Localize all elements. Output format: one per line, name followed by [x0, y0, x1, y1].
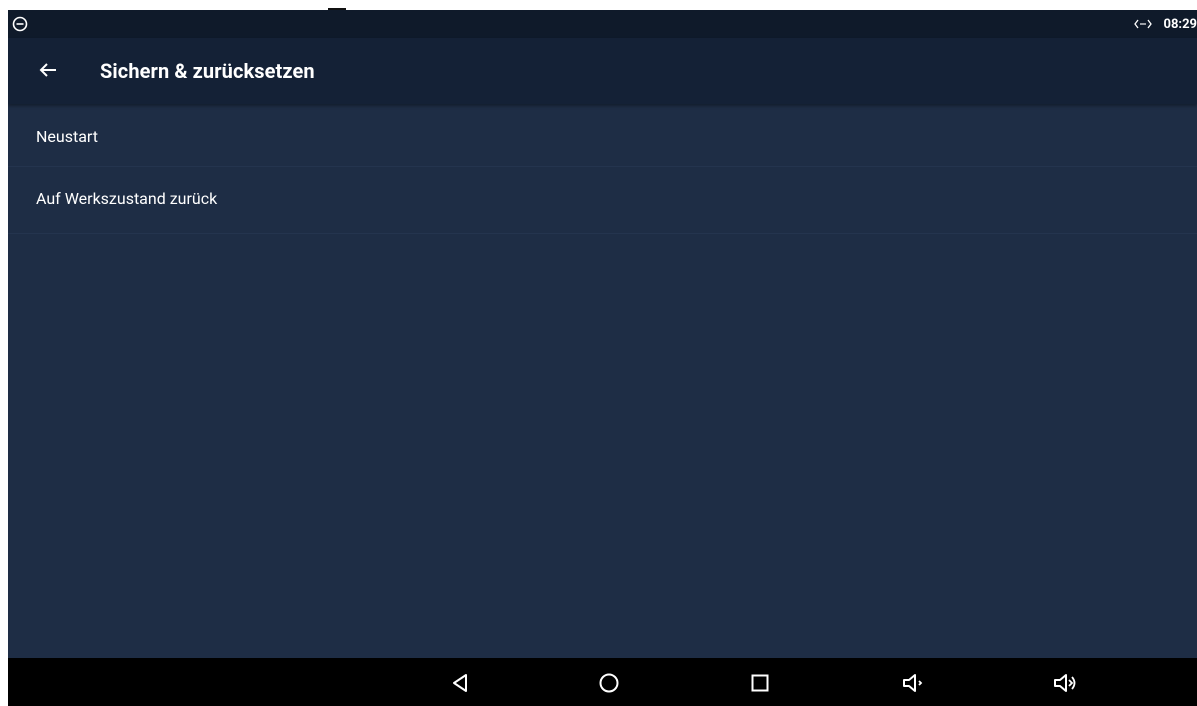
recents-square-icon[interactable] [747, 670, 773, 696]
list-item-factory-reset[interactable]: Auf Werkszustand zurück [8, 167, 1197, 234]
home-circle-icon[interactable] [596, 670, 622, 696]
android-screen: 08:29 Sichern & zurücksetzen Neustart Au… [8, 10, 1197, 706]
volume-down-icon[interactable] [901, 670, 927, 696]
status-bar: 08:29 [8, 10, 1197, 38]
page-title: Sichern & zurücksetzen [100, 59, 315, 83]
back-triangle-icon[interactable] [448, 670, 474, 696]
navigation-bar [8, 658, 1197, 706]
data-sync-icon [1133, 17, 1152, 31]
do-not-disturb-icon [10, 14, 30, 34]
status-time: 08:29 [1163, 16, 1197, 32]
volume-up-icon[interactable] [1052, 670, 1078, 696]
list-item-label: Neustart [36, 127, 98, 146]
list-item-label: Auf Werkszustand zurück [36, 189, 218, 208]
status-right-group: 08:29 [1133, 10, 1197, 38]
settings-list: Neustart Auf Werkszustand zurück [8, 104, 1197, 658]
list-item-neustart[interactable]: Neustart [8, 104, 1197, 167]
arrow-left-icon[interactable] [34, 56, 62, 84]
app-bar: Sichern & zurücksetzen [8, 38, 1197, 104]
